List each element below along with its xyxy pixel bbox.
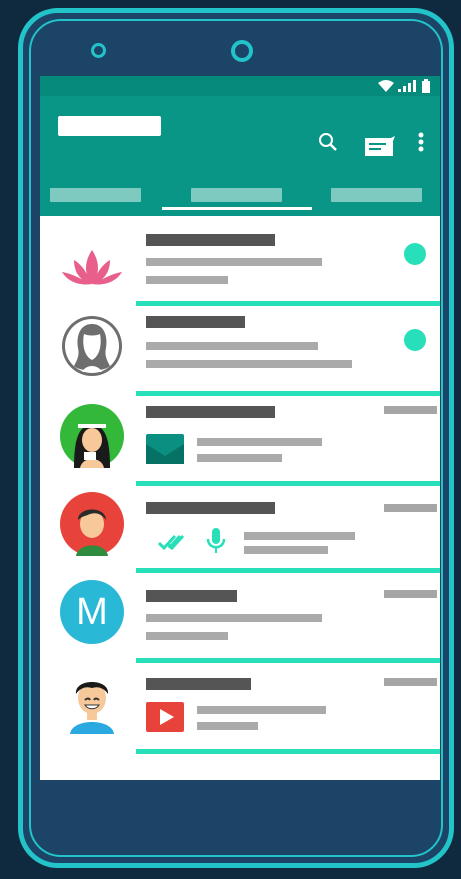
chat-row[interactable] <box>40 488 440 578</box>
chat-row[interactable] <box>40 398 440 488</box>
message-time <box>384 406 437 414</box>
message-preview-line-2 <box>197 722 258 730</box>
message-preview-line-2 <box>244 546 328 554</box>
message-time <box>384 504 437 512</box>
row-divider <box>136 658 440 663</box>
message-preview-line-2 <box>146 632 228 640</box>
contact-name <box>146 234 275 246</box>
chat-row[interactable]: M <box>40 578 440 668</box>
row-divider <box>136 749 440 754</box>
girl-avatar-icon <box>60 404 124 468</box>
front-camera <box>231 40 253 62</box>
message-time <box>384 590 437 598</box>
double-check-icon <box>158 534 185 550</box>
new-chat-icon[interactable] <box>365 136 395 156</box>
woman-silhouette-icon <box>62 316 122 376</box>
message-preview <box>146 614 322 622</box>
smiling-man-icon <box>70 682 114 734</box>
row-divider <box>136 568 440 573</box>
row-divider <box>136 391 440 396</box>
phone-screen: M <box>40 76 440 780</box>
message-preview <box>146 342 318 350</box>
signal-icon <box>398 80 416 92</box>
microphone-icon <box>206 528 226 553</box>
tab-3[interactable] <box>331 188 422 202</box>
contact-name <box>146 590 237 602</box>
letter-avatar: M <box>60 580 124 644</box>
lotus-icon <box>62 250 122 285</box>
tab-2[interactable] <box>191 188 282 202</box>
unread-indicator <box>404 329 426 351</box>
message-preview <box>197 438 322 446</box>
contact-name <box>146 678 251 690</box>
tab-1[interactable] <box>50 188 141 202</box>
unread-indicator <box>404 243 426 265</box>
contact-name <box>146 502 275 514</box>
overflow-menu-icon[interactable] <box>418 132 424 152</box>
wifi-icon <box>378 80 394 92</box>
message-preview <box>197 706 326 714</box>
status-icons <box>378 78 430 94</box>
app-title <box>58 116 161 136</box>
contact-name <box>146 316 245 328</box>
contact-name <box>146 406 275 418</box>
navigation-bar-area <box>40 780 440 820</box>
image-icon <box>146 434 184 464</box>
row-divider <box>136 481 440 486</box>
search-icon[interactable] <box>318 132 338 152</box>
message-time <box>384 678 437 686</box>
boy-avatar-icon <box>60 492 124 556</box>
battery-icon <box>422 79 430 93</box>
chat-row[interactable] <box>40 216 440 308</box>
row-divider <box>136 301 440 306</box>
message-preview-line-2 <box>146 360 352 368</box>
message-preview <box>244 532 355 540</box>
chat-row[interactable] <box>40 668 440 758</box>
message-preview-line-2 <box>197 454 282 462</box>
status-bar <box>40 76 440 96</box>
chat-row[interactable] <box>40 308 440 398</box>
message-preview <box>146 258 322 266</box>
avatar-initial: M <box>76 590 108 633</box>
proximity-sensor <box>91 43 106 58</box>
selected-tab-indicator <box>162 207 312 210</box>
video-play-icon <box>146 702 184 732</box>
message-preview-line-2 <box>146 276 228 284</box>
